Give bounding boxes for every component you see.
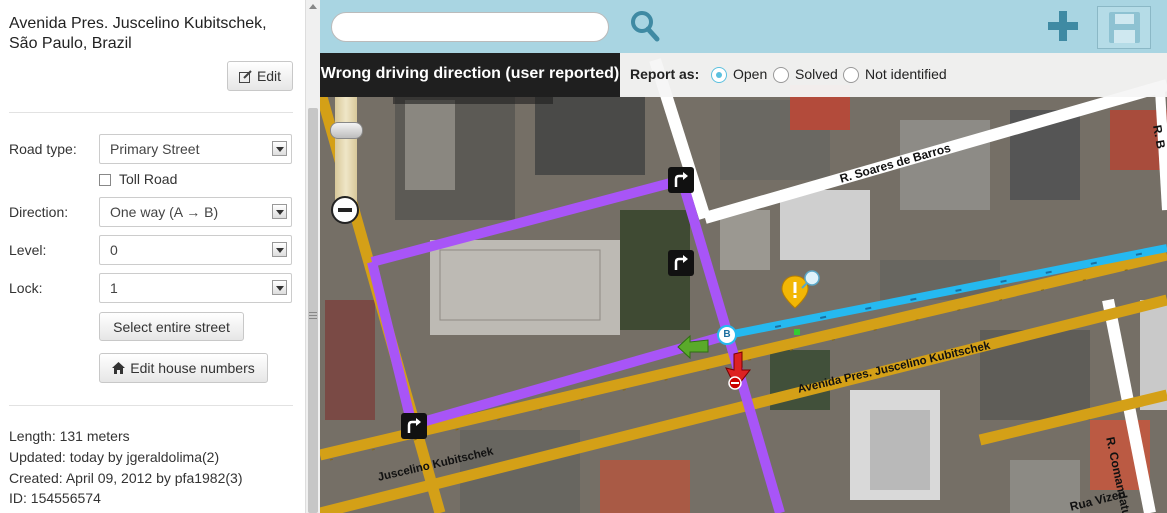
chevron-down-icon xyxy=(272,141,287,156)
turn-arrow-green-icon[interactable] xyxy=(676,332,710,360)
toll-road-checkbox[interactable] xyxy=(99,174,111,186)
grip-icon xyxy=(309,312,317,319)
report-option-not-identified-label: Not identified xyxy=(865,66,947,82)
direction-label: Direction: xyxy=(9,204,69,220)
report-option-solved-label: Solved xyxy=(795,66,838,82)
turn-right-icon[interactable] xyxy=(401,413,427,439)
segment-length: Length: 131 meters xyxy=(9,428,130,444)
lock-select[interactable]: 1 xyxy=(99,273,292,303)
direction-value: One way (A → B) xyxy=(110,204,219,220)
street-label-top-right: R. B xyxy=(1150,123,1167,150)
select-entire-street-label: Select entire street xyxy=(113,318,230,335)
edit-address-button[interactable]: Edit xyxy=(227,61,293,91)
road-type-label: Road type: xyxy=(9,141,77,157)
problem-report-title: Wrong driving direction (user reported) xyxy=(320,53,620,97)
pencil-icon xyxy=(238,69,252,83)
level-value: 0 xyxy=(110,242,118,258)
edit-house-numbers-label: Edit house numbers xyxy=(130,360,255,376)
turn-right-icon[interactable] xyxy=(668,250,694,276)
turn-right-icon[interactable] xyxy=(668,167,694,193)
chevron-down-icon xyxy=(272,280,287,295)
report-option-solved-radio[interactable] xyxy=(773,67,789,83)
edit-label: Edit xyxy=(256,68,282,84)
direction-select[interactable]: One way (A → B) xyxy=(99,197,292,227)
plus-icon[interactable] xyxy=(1046,9,1080,43)
lock-value: 1 xyxy=(110,280,118,296)
road-type-select[interactable]: Primary Street xyxy=(99,134,292,164)
search-icon[interactable] xyxy=(629,9,661,43)
report-as-bar: Report as: Open Solved Not identified xyxy=(620,53,1167,97)
save-button[interactable] xyxy=(1097,6,1151,49)
report-option-open-radio[interactable] xyxy=(711,67,727,83)
level-label: Level: xyxy=(9,242,47,258)
green-marker xyxy=(794,329,800,335)
segment-details-panel: Avenida Pres. Juscelino Kubitschek, São … xyxy=(0,0,305,513)
save-icon xyxy=(1109,12,1140,43)
report-as-label: Report as: xyxy=(630,66,700,82)
node-b-marker[interactable]: B xyxy=(717,325,737,345)
scroll-up-icon[interactable] xyxy=(309,4,317,9)
edit-house-numbers-button[interactable]: Edit house numbers xyxy=(99,353,268,383)
divider xyxy=(9,112,293,113)
divider xyxy=(9,405,293,406)
toll-road-label: Toll Road xyxy=(119,171,178,187)
level-select[interactable]: 0 xyxy=(99,235,292,265)
road-type-value: Primary Street xyxy=(110,141,200,157)
zoom-out-button[interactable] xyxy=(331,196,359,224)
segment-address: Avenida Pres. Juscelino Kubitschek, São … xyxy=(9,15,267,52)
zoom-slider-handle[interactable] xyxy=(330,122,363,139)
report-option-not-identified-radio[interactable] xyxy=(843,67,859,83)
select-entire-street-button[interactable]: Select entire street xyxy=(99,312,244,341)
chevron-down-icon xyxy=(272,204,287,219)
chevron-down-icon xyxy=(272,242,287,257)
problem-marker-icon[interactable] xyxy=(780,268,824,312)
turn-arrow-red-icon[interactable] xyxy=(722,350,756,392)
scrollbar-thumb[interactable] xyxy=(308,108,318,513)
search-input[interactable] xyxy=(331,12,609,42)
sidebar-scrollbar[interactable] xyxy=(305,0,320,513)
segment-updated: Updated: today by jgeraldolima(2) xyxy=(9,449,220,465)
segment-id: ID: 154556574 xyxy=(9,490,101,506)
home-icon xyxy=(112,362,126,374)
lock-label: Lock: xyxy=(9,280,43,296)
report-option-open-label: Open xyxy=(733,66,768,82)
segment-created: Created: April 09, 2012 by pfa1982(3) xyxy=(9,470,243,486)
